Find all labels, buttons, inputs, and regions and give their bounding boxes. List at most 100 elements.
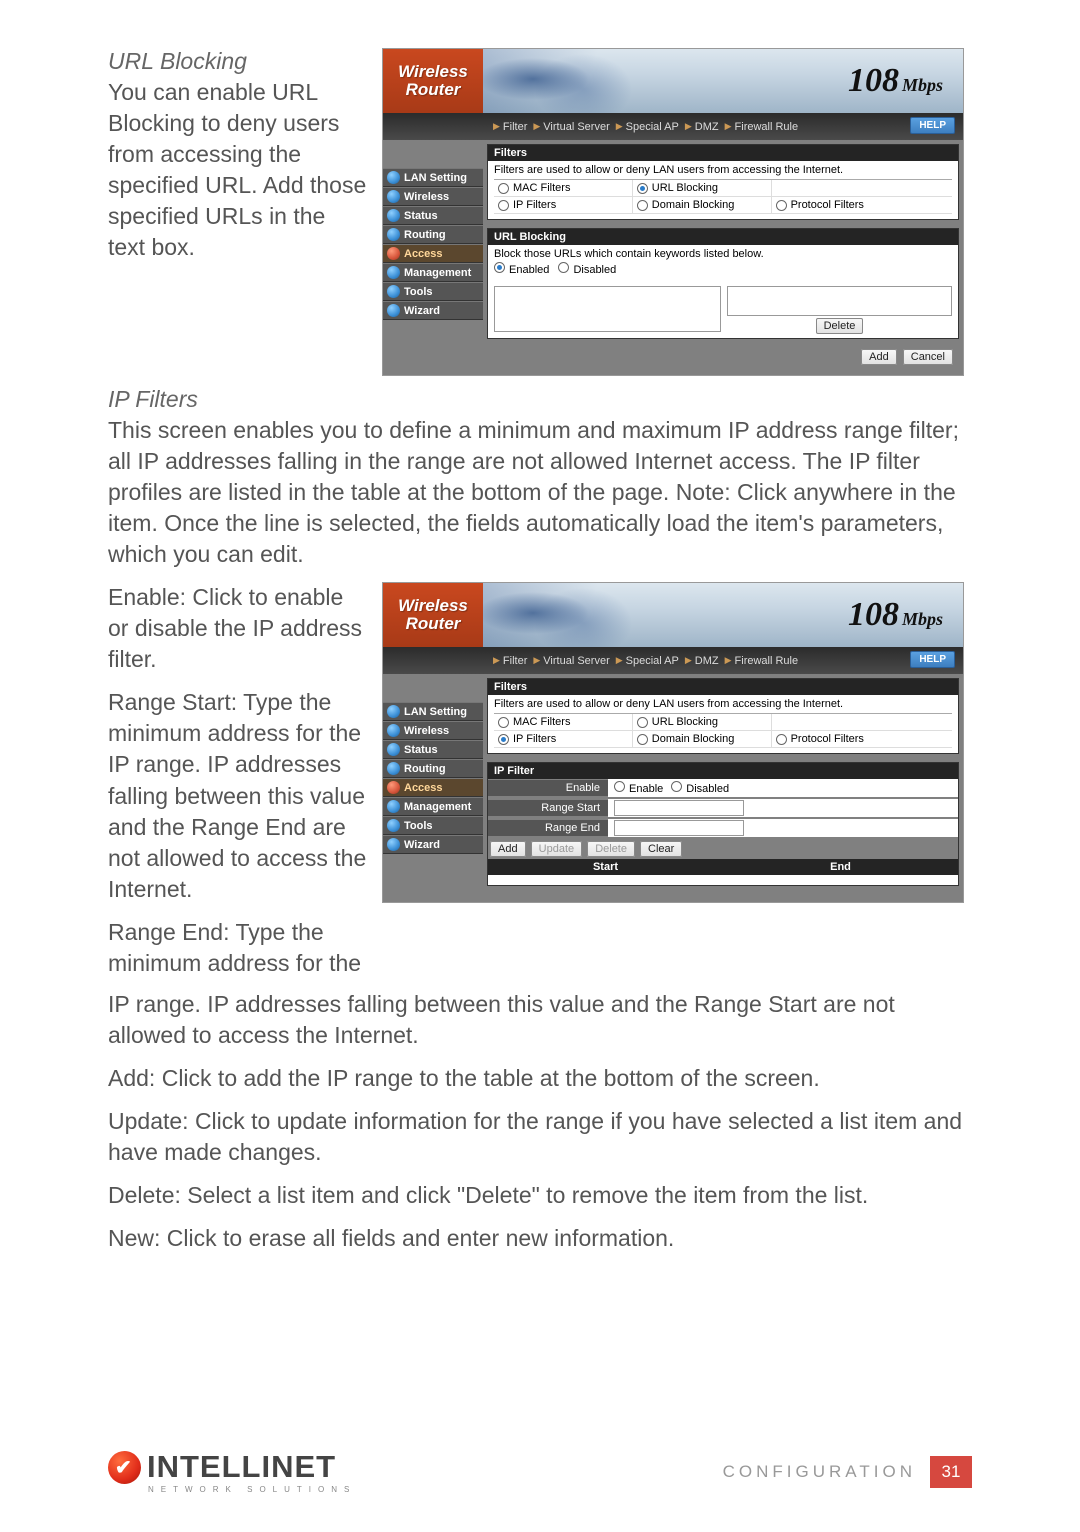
tab-virtual-server[interactable]: ▶Virtual Server	[533, 655, 609, 667]
nav-management[interactable]: Management	[383, 797, 483, 816]
heading-ip-filters: IP Filters	[108, 386, 972, 413]
radio-ip-enable[interactable]: Enable	[614, 781, 663, 795]
radio-domain-blocking[interactable]: Domain Blocking	[633, 731, 772, 748]
ip-table-header: Start End	[488, 859, 958, 875]
body-url-blocking: You can enable URL Blocking to deny user…	[108, 77, 368, 263]
nav-tools[interactable]: Tools	[383, 282, 483, 301]
nav-access[interactable]: Access	[383, 244, 483, 263]
url-list[interactable]	[727, 286, 952, 316]
brand-logo: INTELLINET NETWORK SOLUTIONS	[108, 1449, 356, 1494]
section-name: CONFIGURATION	[723, 1462, 916, 1482]
page-number: 31	[930, 1456, 972, 1488]
add-button[interactable]: Add	[861, 349, 897, 365]
col-end: End	[723, 859, 958, 875]
radio-protocol-filters[interactable]: Protocol Filters	[772, 197, 952, 214]
label-range-start: Range Start	[488, 800, 608, 816]
nav-wizard[interactable]: Wizard	[383, 835, 483, 854]
nav-lan-setting[interactable]: LAN Setting	[383, 702, 483, 721]
nav-status[interactable]: Status	[383, 206, 483, 225]
filters-head: Filters	[488, 679, 958, 695]
url-blocking-head: URL Blocking	[488, 229, 958, 245]
logo-ball-icon	[108, 1451, 141, 1484]
bullet-icon	[387, 247, 400, 260]
bullet-icon	[387, 743, 400, 756]
tab-dmz[interactable]: ▶DMZ	[685, 655, 719, 667]
radio-disabled[interactable]: Disabled	[558, 264, 616, 276]
tab-firewall-rule[interactable]: ▶Firewall Rule	[725, 121, 799, 133]
nav-tools[interactable]: Tools	[383, 816, 483, 835]
nav-routing[interactable]: Routing	[383, 759, 483, 778]
page-footer: INTELLINET NETWORK SOLUTIONS CONFIGURATI…	[108, 1449, 972, 1494]
body-enable: Enable: Click to enable or disable the I…	[108, 582, 368, 675]
banner-speed: 108Mbps	[848, 62, 943, 100]
bullet-icon	[387, 762, 400, 775]
bullet-icon	[387, 190, 400, 203]
banner-art	[483, 49, 653, 113]
nav-lan-setting[interactable]: LAN Setting	[383, 168, 483, 187]
delete-button[interactable]: Delete	[816, 318, 864, 334]
bullet-icon	[387, 228, 400, 241]
body-range-end-a: Range End: Type the minimum address for …	[108, 917, 368, 979]
radio-ip-filters[interactable]: IP Filters	[494, 731, 633, 748]
nav-wizard[interactable]: Wizard	[383, 301, 483, 320]
router-nav: LAN Setting Wireless Status Routing Acce…	[383, 674, 483, 902]
nav-management[interactable]: Management	[383, 263, 483, 282]
filters-desc: Filters are used to allow or deny LAN us…	[494, 164, 952, 176]
nav-wireless[interactable]: Wireless	[383, 721, 483, 740]
nav-wireless[interactable]: Wireless	[383, 187, 483, 206]
clear-button[interactable]: Clear	[640, 841, 682, 857]
body-update: Update: Click to update information for …	[108, 1106, 972, 1168]
bullet-icon	[387, 266, 400, 279]
radio-domain-blocking[interactable]: Domain Blocking	[633, 197, 772, 214]
radio-url-blocking[interactable]: URL Blocking	[633, 180, 772, 197]
help-button[interactable]: HELP	[910, 117, 955, 134]
help-button[interactable]: HELP	[910, 651, 955, 668]
tab-virtual-server[interactable]: ▶Virtual Server	[533, 121, 609, 133]
body-new: New: Click to erase all fields and enter…	[108, 1223, 972, 1254]
bullet-icon	[387, 304, 400, 317]
cancel-button[interactable]: Cancel	[903, 349, 953, 365]
router-logo: Wireless Router	[383, 49, 483, 113]
bullet-icon	[387, 838, 400, 851]
router-nav: LAN Setting Wireless Status Routing Acce…	[383, 140, 483, 375]
radio-url-blocking[interactable]: URL Blocking	[633, 714, 772, 731]
tab-filter[interactable]: ▶Filter	[493, 121, 527, 133]
ip-filter-head: IP Filter	[488, 763, 958, 779]
body-delete: Delete: Select a list item and click "De…	[108, 1180, 972, 1211]
body-add: Add: Click to add the IP range to the ta…	[108, 1063, 972, 1094]
nav-access[interactable]: Access	[383, 778, 483, 797]
nav-routing[interactable]: Routing	[383, 225, 483, 244]
radio-mac-filters[interactable]: MAC Filters	[494, 714, 633, 731]
brand-subtitle: NETWORK SOLUTIONS	[148, 1485, 356, 1494]
bullet-icon	[387, 819, 400, 832]
tab-firewall-rule[interactable]: ▶Firewall Rule	[725, 655, 799, 667]
tab-filter[interactable]: ▶Filter	[493, 655, 527, 667]
input-range-end[interactable]	[614, 820, 744, 836]
delete-button[interactable]: Delete	[587, 841, 635, 857]
bullet-icon	[387, 285, 400, 298]
banner-speed: 108Mbps	[848, 596, 943, 634]
radio-ip-filters[interactable]: IP Filters	[494, 197, 633, 214]
bullet-icon	[387, 705, 400, 718]
banner-art	[483, 583, 653, 647]
body-range-end-b: IP range. IP addresses falling between t…	[108, 989, 972, 1051]
url-keywords-input[interactable]	[494, 286, 721, 332]
router-logo: Wireless Router	[383, 583, 483, 647]
radio-ip-disable[interactable]: Disabled	[671, 781, 729, 795]
update-button[interactable]: Update	[531, 841, 582, 857]
body-range-start: Range Start: Type the minimum address fo…	[108, 687, 368, 904]
input-range-start[interactable]	[614, 800, 744, 816]
radio-protocol-filters[interactable]: Protocol Filters	[772, 731, 952, 748]
radio-mac-filters[interactable]: MAC Filters	[494, 180, 633, 197]
tab-special-ap[interactable]: ▶Special AP	[616, 121, 679, 133]
nav-status[interactable]: Status	[383, 740, 483, 759]
filters-head: Filters	[488, 145, 958, 161]
bullet-icon	[387, 724, 400, 737]
url-blocking-desc: Block those URLs which contain keywords …	[494, 248, 952, 260]
radio-enabled[interactable]: Enabled	[494, 264, 549, 276]
tab-special-ap[interactable]: ▶Special AP	[616, 655, 679, 667]
filters-desc: Filters are used to allow or deny LAN us…	[494, 698, 952, 710]
tab-dmz[interactable]: ▶DMZ	[685, 121, 719, 133]
add-button[interactable]: Add	[490, 841, 526, 857]
filters-panel: Filters Filters are used to allow or den…	[487, 144, 959, 220]
